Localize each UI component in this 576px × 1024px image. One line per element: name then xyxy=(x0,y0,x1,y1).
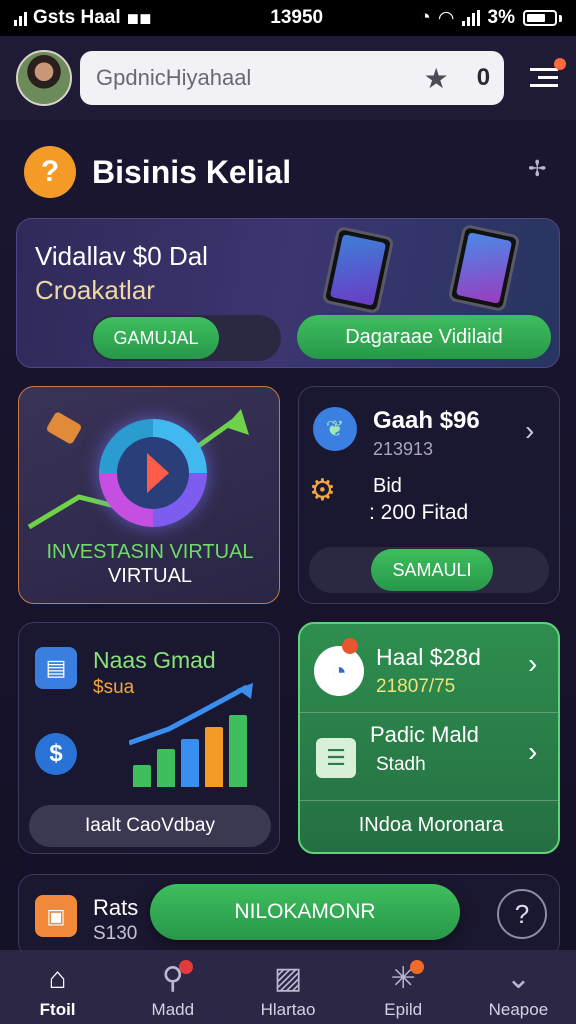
tab-bar: ⌂ Ftoil ⚲ Madd ▨ Hlartao ✳ Epild ⌄ Neapo… xyxy=(0,950,576,1024)
section-header: ? Bisinis Kelial xyxy=(24,146,291,198)
cash-subtitle: 213913 xyxy=(373,439,434,459)
primary-action-button[interactable]: NILOKAMONR xyxy=(150,884,460,940)
battery-percent: 3% xyxy=(487,7,515,28)
notification-badge xyxy=(179,960,194,974)
chevron-right-icon[interactable]: › xyxy=(525,415,534,447)
leaf-icon: ❦ xyxy=(313,407,357,451)
investment-subtitle: VIRTUAL xyxy=(107,565,193,587)
search-input[interactable]: GpdnicHiyahaal ★ 0 xyxy=(80,51,505,105)
clipboard-icon: ☰ xyxy=(316,738,356,778)
menu-icon[interactable] xyxy=(530,58,566,90)
tab-search[interactable]: ⚲ Madd xyxy=(115,950,230,1024)
help-badge-icon[interactable]: ? xyxy=(24,146,76,198)
bottom-card-title: Rats xyxy=(93,895,139,920)
promo-left-button[interactable]: GAMUJAL xyxy=(93,317,219,359)
home-icon: ⌂ xyxy=(48,962,67,995)
promo-title: Vidallav $0 Dal Croakatlar xyxy=(35,239,208,307)
bar-chart-icon xyxy=(129,683,269,787)
notification-badge xyxy=(409,960,424,974)
promo-title-line1: Vidallav $0 Dal xyxy=(35,241,208,271)
tab-more[interactable]: ⌄ Neapoe xyxy=(461,950,576,1024)
sparkle-icon[interactable]: ✢ xyxy=(528,156,546,182)
promo-card[interactable]: Vidallav $0 Dal Croakatlar GAMUJAL Dagar… xyxy=(16,218,560,368)
notification-dot xyxy=(554,58,566,70)
battery-icon xyxy=(523,10,557,26)
gear-person-icon: ⚙ xyxy=(309,474,336,507)
haal-row2-subtitle: Stadh xyxy=(376,754,426,775)
play-arrow-icon xyxy=(147,453,169,493)
cash-button[interactable]: SAMAULI xyxy=(371,549,493,591)
tab-spark[interactable]: ✳ Epild xyxy=(346,950,461,1024)
star-icon[interactable]: ★ xyxy=(424,62,449,95)
dollar-coin-icon: $ xyxy=(35,733,77,775)
net-card[interactable]: ▤ Naas Gmad $sua $ Iaalt CaoVdbay xyxy=(18,622,280,854)
edit-icon: ▨ xyxy=(273,962,303,995)
tab-home[interactable]: ⌂ Ftoil xyxy=(0,950,115,1024)
bottom-card-subtitle: S130 xyxy=(93,923,138,944)
investment-card[interactable]: INVESTASIN VIRTUAL VIRTUAL xyxy=(18,386,280,604)
app-header: GpdnicHiyahaal ★ 0 xyxy=(0,36,576,120)
alert-dot xyxy=(342,638,358,654)
haal-card[interactable]: ◔ Haal $28d 21807/75 › ☰ Padic Mald Stad… xyxy=(298,622,560,854)
wifi-icon: ◠ xyxy=(438,7,454,29)
tab-label: Ftoil xyxy=(39,1000,76,1019)
phone-icon xyxy=(447,223,521,313)
haal-subtitle: 21807/75 xyxy=(376,676,456,697)
carrier-label: Gsts Haal xyxy=(33,7,121,28)
page-title: Bisinis Kelial xyxy=(92,153,292,190)
mic-icon[interactable]: 0 xyxy=(477,64,490,92)
chevron-down-icon: ⌄ xyxy=(505,962,531,995)
promo-title-line2: Croakatlar xyxy=(35,275,155,305)
network-icon: ◼◼ xyxy=(126,10,152,27)
search-text: GpdnicHiyahaal xyxy=(96,65,252,90)
phone-icon xyxy=(321,225,395,315)
investment-title: INVESTASIN VIRTUAL xyxy=(46,541,254,563)
alarm-icon: ◔ xyxy=(419,7,431,28)
net-button[interactable]: Iaalt CaoVdbay xyxy=(29,805,271,847)
net-title: Naas Gmad xyxy=(93,647,216,673)
tab-label: Hlartao xyxy=(260,1000,316,1019)
tab-label: Madd xyxy=(151,1000,195,1019)
status-bar: Gsts Haal ◼◼ 13950 ◔ ◠ 3% xyxy=(0,0,576,36)
refresh-icon: ◔ xyxy=(314,646,364,696)
chevron-right-icon[interactable]: › xyxy=(528,736,537,768)
haal-title: Haal $28d xyxy=(376,644,481,670)
wallet-icon: ▤ xyxy=(35,647,77,689)
cash-title: Gaah $96 xyxy=(373,407,480,434)
haal-footer-link[interactable]: INdoa Moronara xyxy=(300,814,558,837)
tab-label: Epild xyxy=(384,1000,423,1019)
chevron-right-icon[interactable]: › xyxy=(528,648,537,680)
avatar[interactable] xyxy=(16,50,72,106)
cell-signal-icon xyxy=(461,10,480,26)
bid-value: : 200 Fitad xyxy=(369,501,469,524)
promo-right-button[interactable]: Dagaraae Vidilaid xyxy=(297,315,551,359)
help-icon[interactable]: ? xyxy=(497,889,547,939)
haal-row2-title: Padic Mald xyxy=(370,722,479,747)
bid-label: Bid xyxy=(373,475,402,497)
signal-icon xyxy=(14,10,27,26)
clock: 13950 xyxy=(270,7,324,28)
cash-card[interactable]: ❦ Gaah $96 213913 › ⚙ Bid : 200 Fitad SA… xyxy=(298,386,560,604)
briefcase-icon: ▣ xyxy=(35,895,77,937)
tab-edit[interactable]: ▨ Hlartao xyxy=(230,950,345,1024)
tab-label: Neapoe xyxy=(488,1000,549,1019)
